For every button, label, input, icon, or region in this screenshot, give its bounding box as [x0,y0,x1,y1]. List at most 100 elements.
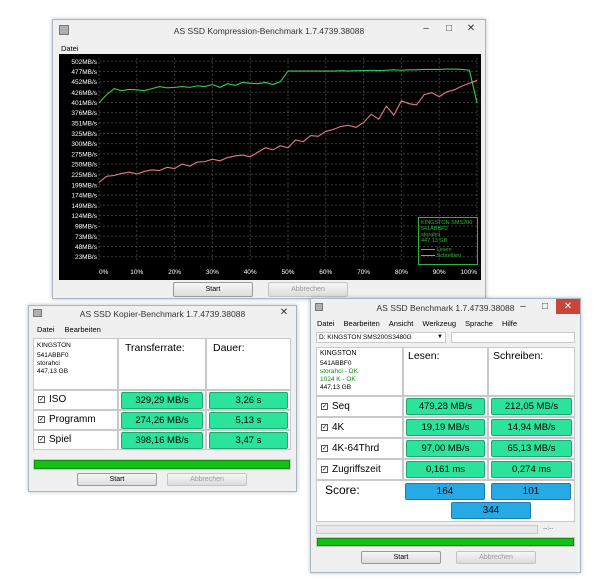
y-tick-label: 98MB/s [75,224,98,231]
x-tick-label: 90% [433,269,446,276]
menu-bearbeiten[interactable]: Bearbeiten [65,325,101,334]
y-tick-label: 199MB/s [71,182,97,189]
close-icon[interactable]: ✕ [273,306,295,320]
row-rate-iso: 329,29 MB/s [118,390,206,410]
y-tick-label: 225MB/s [71,172,97,179]
close-icon[interactable]: ✕ [556,299,580,314]
menu-bearbeiten[interactable]: Bearbeiten [344,319,380,328]
menu-sprache[interactable]: Sprache [465,319,493,328]
legend-read-swatch [421,249,435,251]
write-header: Schreiben: [493,350,544,362]
row-label-iso: ✓ ISO [33,390,118,410]
drive-select[interactable]: D: KINGSTON SMS200S3480G ▼ [316,332,446,343]
checkbox-seq[interactable]: ✓ [321,402,328,410]
status-bar [316,525,538,534]
compression-window: AS SSD Kompression-Benchmark 1.7.4739.38… [52,19,486,299]
row-label-4k64: ✓ 4K-64Thrd [316,438,403,459]
y-tick-label: 250MB/s [71,162,97,169]
checkbox-4k64[interactable]: ✓ [321,444,328,452]
progress-bar [34,460,290,469]
title-bar[interactable]: AS SSD Kopier-Benchmark 1.7.4739.38088 ✕ [29,306,296,323]
start-button[interactable]: Start [77,473,157,486]
row-read-4k: 19,19 MB/s [403,417,488,438]
abort-button[interactable]: Abbrechen [167,473,247,486]
legend-write: Schreiben [436,253,462,259]
transfer-header: Transferrate: [125,342,185,354]
menu-datei[interactable]: Datei [317,319,335,328]
y-tick-label: 73MB/s [75,234,98,241]
row-read-access: 0,161 ms [403,459,488,480]
y-tick-label: 174MB/s [71,193,97,200]
time-header: Dauer: [213,342,245,354]
y-tick-label: 325MB/s [71,131,97,138]
write-access: 0,274 ms [491,461,572,478]
label-access: Zugriffszeit [332,464,381,475]
row-rate-spiel: 398,16 MB/s [118,430,206,450]
row-read-4k64: 97,00 MB/s [403,438,488,459]
checkbox-spiel[interactable]: ✓ [38,435,45,443]
start-button[interactable]: Start [173,282,253,297]
score-write: 101 [491,483,571,500]
chart-legend: KINGSTON SMS200 541ABBF0 storahci 447,13… [418,217,478,265]
row-label-programm: ✓ Programm [33,410,118,430]
rate-programm: 274,26 MB/s [121,412,203,429]
score-read: 164 [405,483,485,500]
search-box[interactable] [451,332,575,343]
row-write-4k: 14,94 MB/s [488,417,575,438]
label-seq: Seq [332,401,350,412]
drive-driver: storahci [37,360,60,367]
y-tick-label: 376MB/s [71,110,97,117]
x-tick-label: 70% [357,269,370,276]
x-tick-label: 40% [244,269,257,276]
checkbox-iso[interactable]: ✓ [38,395,45,403]
maximize-icon[interactable]: □ [438,20,460,38]
drive-size: 447,13 GB [320,384,352,391]
label-programm: Programm [49,414,96,425]
menu-bar: Datei Bearbeiten [29,323,296,335]
maximize-icon[interactable]: □ [534,299,556,314]
drive-select-value: D: KINGSTON SMS200S3480G [319,334,412,341]
menu-werkzeug[interactable]: Werkzeug [422,319,456,328]
compression-chart: 502MB/s 477MB/s 452MB/s 426MB/s 401MB/s 376MB… [59,54,481,280]
menu-ansicht[interactable]: Ansicht [389,319,414,328]
title-bar[interactable]: AS SSD Benchmark 1.7.4739.38088 – □ ✕ [311,299,580,317]
x-tick-label: 80% [395,269,408,276]
score-label: Score: [325,483,360,497]
menu-datei[interactable]: Datei [37,325,55,334]
read-access: 0,161 ms [406,461,485,478]
abort-button[interactable]: Abbrechen [268,282,348,297]
checkbox-4k[interactable]: ✓ [321,423,328,431]
time-iso: 3,26 s [209,392,288,409]
x-tick-label: 30% [206,269,219,276]
abort-button[interactable]: Abbrechen [456,551,536,564]
row-read-seq: 479,28 MB/s [403,396,488,417]
row-label-4k: ✓ 4K [316,417,403,438]
progress-track [33,459,291,470]
drive-model: KINGSTON [37,342,71,349]
progress-bar [317,538,574,546]
menu-hilfe[interactable]: Hilfe [502,319,517,328]
write-header-cell: Schreiben: [488,347,575,396]
minimize-icon[interactable]: – [512,299,534,314]
checkbox-programm[interactable]: ✓ [38,415,45,423]
checkbox-access[interactable]: ✓ [321,465,328,473]
benchmark-window: AS SSD Benchmark 1.7.4739.38088 – □ ✕ Da… [310,298,581,573]
y-tick-label: 426MB/s [71,90,97,97]
y-tick-label: 300MB/s [71,141,97,148]
row-time-spiel: 3,47 s [206,430,291,450]
rate-spiel: 398,16 MB/s [121,432,203,449]
legend-size: 447,13 GB [421,238,448,244]
row-write-access: 0,274 ms [488,459,575,480]
y-tick-label: 149MB/s [71,203,97,210]
drive-info-cell: KINGSTON 541ABBF0 storahci - OK 1024 K -… [316,347,403,396]
x-tick-label: 100% [460,269,477,276]
title-bar[interactable]: AS SSD Kompression-Benchmark 1.7.4739.38… [53,20,485,42]
minimize-icon[interactable]: – [415,20,437,38]
y-tick-label: 477MB/s [71,69,97,76]
menu-bar: Datei Bearbeiten Ansicht Werkzeug Sprach… [311,317,580,329]
start-button[interactable]: Start [361,551,441,564]
close-icon[interactable]: ✕ [460,20,482,38]
menu-datei[interactable]: Datei [61,44,79,53]
row-label-spiel: ✓ Spiel [33,430,118,450]
rate-iso: 329,29 MB/s [121,392,203,409]
